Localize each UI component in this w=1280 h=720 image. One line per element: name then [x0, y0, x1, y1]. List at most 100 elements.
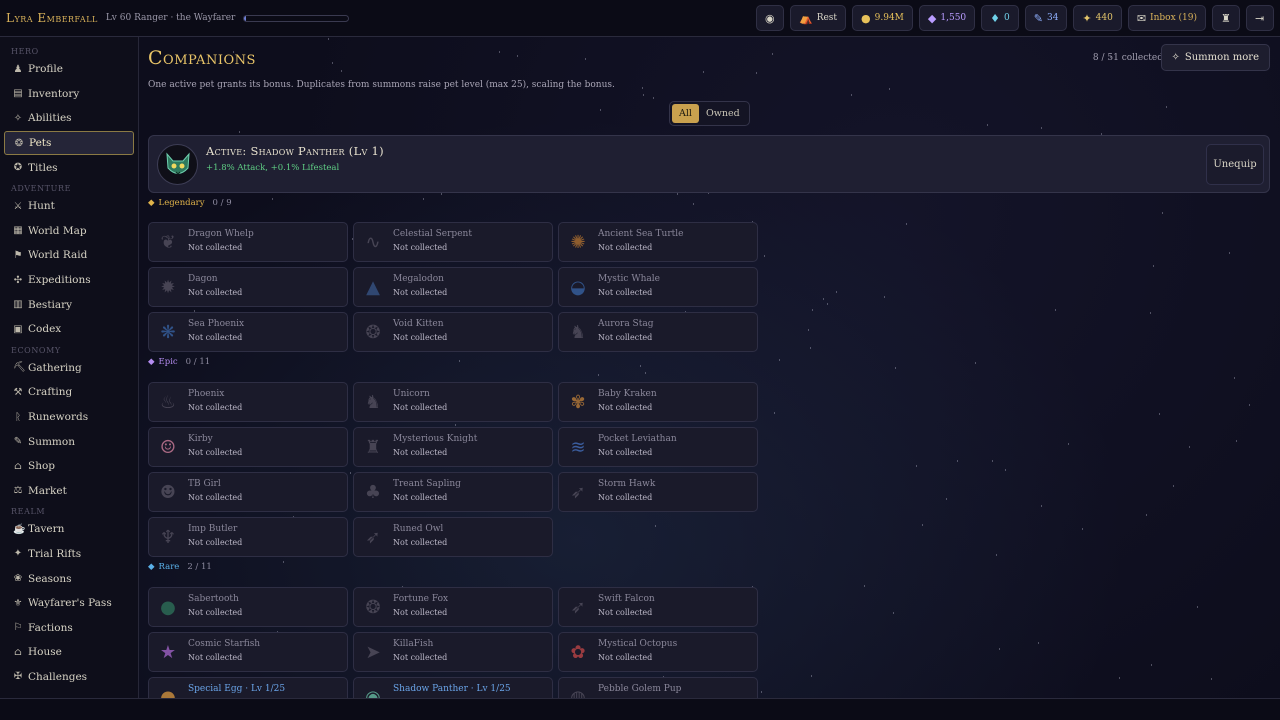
feather-icon: ➶ [365, 526, 381, 548]
hero-name[interactable]: Lyra Emberfall [6, 11, 98, 25]
summon-more-button[interactable]: ✧ Summon more [1160, 44, 1270, 71]
sidebar-item-inventory[interactable]: ▤ Inventory [4, 82, 134, 107]
pet-card[interactable]: ● Sabertooth Not collected [148, 587, 348, 627]
pet-card[interactable]: ✹ Dagon Not collected [148, 267, 348, 307]
page-description: One active pet grants its bonus. Duplica… [148, 80, 615, 90]
rest-button[interactable]: ⛺ Rest [789, 5, 847, 31]
pet-card[interactable]: ☺ Kirby Not collected [148, 427, 348, 467]
pet-status: Not collected [188, 288, 243, 297]
pet-card[interactable]: ♞ Unicorn Not collected [353, 382, 553, 422]
pet-card[interactable]: ▲ Megalodon Not collected [353, 267, 553, 307]
pet-status: Not collected [393, 653, 448, 662]
guild-button[interactable]: ♜ [1212, 5, 1240, 31]
pet-card[interactable]: ❋ Sea Phoenix Not collected [148, 312, 348, 352]
sidebar-item-crafting[interactable]: ⚒ Crafting [4, 380, 134, 405]
pet-card[interactable]: ☻ TB Girl Not collected [148, 472, 348, 512]
sidebar-item-label: Titles [28, 161, 58, 174]
rune-icon: ᚱ [15, 411, 21, 423]
chat-button[interactable]: ◉ [755, 5, 784, 31]
pet-card[interactable]: ● Special Egg · Lv 1/25 [148, 677, 348, 698]
pet-card[interactable]: ♜ Mysterious Knight Not collected [353, 427, 553, 467]
pet-card[interactable]: ❂ Fortune Fox Not collected [353, 587, 553, 627]
sidebar-item-label: Crafting [28, 386, 73, 399]
pet-card[interactable]: ◍ Pebble Golem Pup [558, 677, 758, 698]
pet-card[interactable]: ∿ Celestial Serpent Not collected [353, 222, 553, 262]
sidebar-item-factions[interactable]: ⚐ Factions [4, 615, 134, 640]
pet-card[interactable]: ♨ Phoenix Not collected [148, 382, 348, 422]
pet-card[interactable]: ★ Cosmic Starfish Not collected [148, 632, 348, 672]
pet-name: Mysterious Knight [393, 434, 478, 444]
sidebar-item-pets[interactable]: ❂ Pets [4, 130, 134, 156]
sidebar-item-challenges[interactable]: ✠ Challenges [4, 665, 134, 690]
pet-card[interactable]: ◉ Shadow Panther · Lv 1/25 [353, 677, 553, 698]
pet-card[interactable]: ♆ Imp Butler Not collected [148, 517, 348, 557]
pet-card[interactable]: ❂ Void Kitten Not collected [353, 312, 553, 352]
golem-icon: ◍ [570, 686, 586, 699]
sidebar-item-market[interactable]: ⚖ Market [4, 479, 134, 504]
pet-card[interactable]: ≋ Pocket Leviathan Not collected [558, 427, 758, 467]
filter-all[interactable]: All [672, 104, 699, 123]
mug-icon: ☕ [13, 523, 26, 535]
pet-card[interactable]: ❦ Dragon Whelp Not collected [148, 222, 348, 262]
pet-card[interactable]: ✿ Mystical Octopus Not collected [558, 632, 758, 672]
pet-card[interactable]: ➤ KillaFish Not collected [353, 632, 553, 672]
kirby-icon: ☺ [159, 436, 177, 458]
sidebar-section-economy: Economy [11, 345, 61, 355]
pet-name: Mystic Whale [598, 274, 660, 284]
sidebar-item-wayfarer-s-pass[interactable]: ⚜ Wayfarer's Pass [4, 591, 134, 616]
person-icon: ♟ [13, 63, 23, 75]
pet-status: Not collected [393, 333, 448, 342]
rarity-name: Legendary [158, 198, 205, 208]
title-icon: ✪ [13, 162, 23, 174]
pet-name: Unicorn [393, 389, 430, 399]
dagon-icon: ✹ [160, 276, 176, 298]
sidebar-item-world-map[interactable]: ▦ World Map [4, 219, 134, 244]
pet-status: Not collected [188, 653, 243, 662]
sidebar-item-label: Summon [28, 435, 75, 448]
energy-value: 440 [1095, 13, 1113, 23]
rest-icon: ⛺ [798, 11, 813, 25]
pet-status: Not collected [393, 493, 448, 502]
pet-card[interactable]: ➶ Storm Hawk Not collected [558, 472, 758, 512]
pet-grid-rare: ● Sabertooth Not collected ❂ Fortune Fox Not … [148, 587, 758, 698]
energy-counter: ✦ 440 [1073, 5, 1122, 31]
pet-card[interactable]: ◒ Mystic Whale Not collected [558, 267, 758, 307]
sidebar-item-expeditions[interactable]: ✣ Expeditions [4, 268, 134, 293]
sidebar-item-label: Runewords [28, 411, 89, 424]
sidebar-item-world-raid[interactable]: ⚑ World Raid [4, 243, 134, 268]
sidebar-item-trial-rifts[interactable]: ✦ Trial Rifts [4, 542, 134, 567]
logout-button[interactable]: ⇥ [1246, 5, 1274, 31]
pet-card[interactable]: ➶ Swift Falcon Not collected [558, 587, 758, 627]
panther-icon: ◉ [365, 686, 381, 699]
xp-progress-bar [243, 14, 350, 22]
sidebar-item-seasons[interactable]: ❀ Seasons [4, 566, 134, 591]
feather-icon: ➶ [570, 481, 586, 503]
pet-card[interactable]: ✺ Ancient Sea Turtle Not collected [558, 222, 758, 262]
sidebar-item-abilities[interactable]: ✧ Abilities [4, 106, 134, 131]
filter-owned[interactable]: Owned [699, 104, 747, 123]
sidebar-item-tavern[interactable]: ☕ Tavern [4, 517, 134, 542]
sidebar-item-shop[interactable]: ⌂ Shop [4, 454, 134, 479]
sidebar-item-titles[interactable]: ✪ Titles [4, 155, 134, 180]
pet-card[interactable]: ✾ Baby Kraken Not collected [558, 382, 758, 422]
sidebar-item-house[interactable]: ⌂ House [4, 640, 134, 665]
sidebar-item-codex[interactable]: ▣ Codex [4, 317, 134, 342]
pet-name: Cosmic Starfish [188, 639, 261, 649]
feather-icon: ➶ [570, 596, 586, 618]
pet-name: Special Egg · Lv 1/25 [188, 684, 286, 694]
market-icon: ⚖ [13, 485, 23, 497]
paw-icon: ❂ [14, 137, 24, 149]
pet-card[interactable]: ➶ Runed Owl Not collected [353, 517, 553, 557]
pet-card[interactable]: ♞ Aurora Stag Not collected [558, 312, 758, 352]
sidebar-item-summon[interactable]: ✎ Summon [4, 429, 134, 454]
sidebar-item-bestiary[interactable]: ▥ Bestiary [4, 292, 134, 317]
sidebar-item-runewords[interactable]: ᚱ Runewords [4, 405, 134, 430]
unequip-button[interactable]: Unequip [1206, 144, 1264, 185]
sidebar-item-profile[interactable]: ♟ Profile [4, 57, 134, 82]
book-icon: ▥ [13, 299, 23, 311]
pet-card[interactable]: ♣ Treant Sapling Not collected [353, 472, 553, 512]
pet-name: Sabertooth [188, 594, 239, 604]
sidebar-item-hunt[interactable]: ⚔ Hunt [4, 194, 134, 219]
sidebar-item-gathering[interactable]: ⛏ Gathering [4, 356, 134, 381]
inbox-button[interactable]: ✉ Inbox (19) [1127, 5, 1206, 31]
